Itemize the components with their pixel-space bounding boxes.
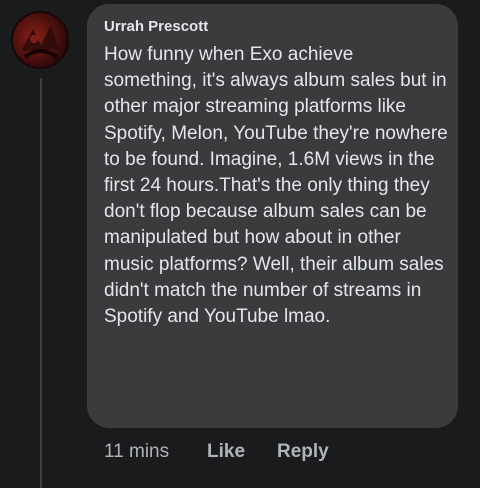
comment-text: How funny when Exo achieve something, it… xyxy=(104,44,448,328)
comment-author[interactable]: Urrah Prescott xyxy=(104,18,208,35)
avatar-image xyxy=(11,11,69,69)
like-button[interactable]: Like xyxy=(207,441,245,463)
thread-line xyxy=(40,78,42,488)
comment-timestamp[interactable]: 11 mins xyxy=(104,441,169,463)
reply-button[interactable]: Reply xyxy=(277,441,329,463)
comment-bubble: Urrah Prescott How funny when Exo achiev… xyxy=(87,4,458,428)
avatar[interactable] xyxy=(11,11,69,69)
